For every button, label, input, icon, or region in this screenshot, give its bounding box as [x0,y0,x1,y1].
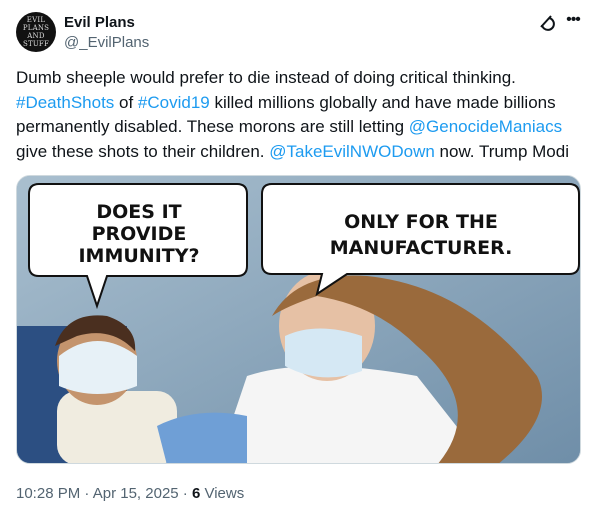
bubble-right-text: MANUFACTURER. [330,237,513,259]
grok-icon[interactable] [535,11,557,33]
post-time[interactable]: 10:28 PM [16,485,80,502]
hashtag-link[interactable]: #DeathShots [16,93,114,112]
meta-separator: · [80,485,93,502]
post-date[interactable]: Apr 15, 2025 [93,485,179,502]
bubble-left-text: PROVIDE [92,223,187,245]
post-image[interactable]: DOES IT PROVIDE IMMUNITY? ONLY FOR THE M… [16,175,581,464]
post-text-part: of [114,92,138,112]
post-meta: 10:28 PM · Apr 15, 2025 · 6 Views [16,485,244,502]
post-text-part: give these shots to their children. [16,141,270,161]
post-text: Dumb sheeple would prefer to die instead… [16,66,586,164]
bubble-left-text: DOES IT [96,201,181,223]
avatar-text: EVIL PLANS AND STUFF [22,16,50,48]
more-options-icon[interactable]: ••• [563,11,583,33]
post-text-part: now. Trump Modi [434,141,569,161]
author-handle[interactable]: @_EvilPlans [64,34,149,51]
author-name[interactable]: Evil Plans [64,14,135,31]
mention-link[interactable]: @TakeEvilNWODown [269,142,435,161]
bubble-left-text: IMMUNITY? [78,245,199,267]
nurse-mask [285,328,362,378]
mention-link[interactable]: @GenocideManiacs [409,117,562,136]
hashtag-link[interactable]: #Covid19 [138,93,210,112]
patient-mask [59,341,137,394]
post-text-part: Dumb sheeple would prefer to die instead… [16,68,516,87]
meta-separator: · [178,485,192,502]
bubble-right-text: ONLY FOR THE [344,211,498,233]
author-avatar[interactable]: EVIL PLANS AND STUFF [16,12,56,52]
views-label: Views [200,485,245,502]
nurse-glove [157,412,247,463]
